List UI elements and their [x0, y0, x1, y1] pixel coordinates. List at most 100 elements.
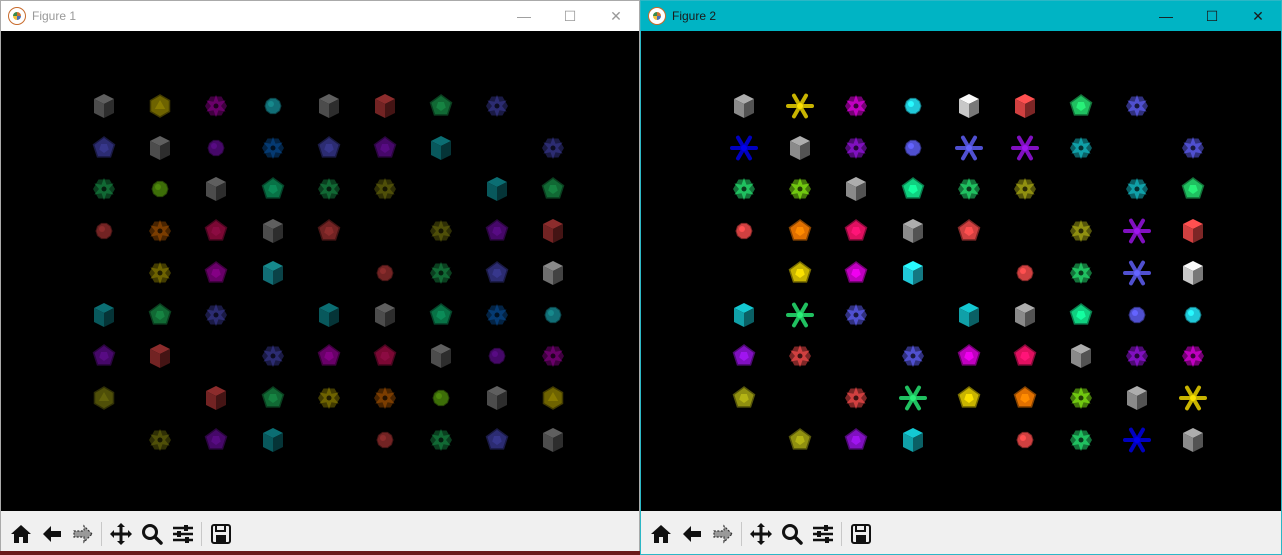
marker-cube-teal — [431, 136, 451, 160]
marker-dodec-green — [429, 94, 453, 116]
navigation-toolbar — [1, 511, 639, 554]
marker-cube-gray — [263, 219, 283, 243]
marker-dodec-green — [1069, 94, 1093, 116]
zoom-button[interactable] — [136, 518, 167, 550]
save-button[interactable] — [845, 518, 876, 550]
save-button[interactable] — [205, 518, 236, 550]
marker-sphere-purple — [207, 139, 225, 157]
title-bar[interactable]: Figure 2 — ☐ ✕ — [641, 1, 1281, 31]
marker-cube-gray — [206, 177, 226, 201]
marker-sphere-red — [1016, 431, 1034, 449]
marker-cube-gray — [319, 94, 339, 118]
configure-subplots-button[interactable] — [807, 518, 838, 550]
marker-star-blue — [1126, 95, 1148, 117]
marker-dodec-purple — [373, 136, 397, 158]
marker-star-green — [1070, 429, 1092, 451]
marker-dodec-pink — [373, 344, 397, 366]
marker-star-purple — [1126, 345, 1148, 367]
marker-cube-red — [206, 386, 226, 410]
marker-asterisk-navy — [1123, 427, 1151, 453]
back-button[interactable] — [36, 518, 67, 550]
marker-cube-cyan — [263, 261, 283, 285]
marker-star-lime — [789, 178, 811, 200]
marker-cube-gray — [431, 344, 451, 368]
marker-dodec-purple — [844, 428, 868, 450]
minimize-icon: — — [1159, 8, 1173, 24]
marker-dodec-magenta — [317, 344, 341, 366]
configure-subplots-icon — [172, 524, 193, 543]
marker-star-blue — [205, 304, 227, 326]
marker-dodec-pink — [1013, 344, 1037, 366]
marker-dodec-red — [957, 219, 981, 241]
plot-canvas[interactable] — [1, 31, 639, 511]
marker-cube-gray — [903, 219, 923, 243]
save-icon — [850, 523, 871, 544]
marker-cube-gray — [1015, 303, 1035, 327]
marker-cube-red — [1183, 219, 1203, 243]
marker-cube-lightgray — [1183, 261, 1203, 285]
toolbar-separator — [201, 521, 202, 546]
marker-star-magenta — [1182, 345, 1204, 367]
marker-dodec-green — [1181, 177, 1205, 199]
marker-star-magenta — [542, 345, 564, 367]
plot-canvas[interactable] — [641, 31, 1281, 511]
marker-star-blue — [845, 304, 867, 326]
close-button[interactable]: ✕ — [593, 1, 639, 31]
marker-dodec-yellow — [788, 261, 812, 283]
marker-ico-yellow — [149, 94, 171, 118]
back-button[interactable] — [676, 518, 707, 550]
marker-cube-gray — [1071, 344, 1091, 368]
window-title: Figure 1 — [32, 9, 77, 23]
forward-button[interactable] — [707, 518, 738, 550]
marker-star-green — [318, 178, 340, 200]
marker-dodec-green2 — [1069, 303, 1093, 325]
marker-cube-teal — [263, 428, 283, 452]
toolbar-separator — [101, 521, 102, 546]
marker-sphere-cyan — [1184, 306, 1202, 324]
maximize-button[interactable]: ☐ — [547, 1, 593, 31]
close-button[interactable]: ✕ — [1235, 1, 1281, 31]
marker-dodec-green2 — [261, 177, 285, 199]
marker-star-blue — [902, 345, 924, 367]
marker-cube-teal — [959, 303, 979, 327]
zoom-icon — [781, 523, 803, 545]
pan-button[interactable] — [105, 518, 136, 550]
marker-star-olive — [1070, 220, 1092, 242]
marker-sphere-cyan — [904, 97, 922, 115]
marker-cube-gray — [1127, 386, 1147, 410]
back-icon — [682, 525, 701, 542]
configure-subplots-icon — [812, 524, 833, 543]
marker-cube-lightgray — [959, 94, 979, 118]
home-button[interactable] — [5, 518, 36, 550]
marker-cube-gray — [543, 428, 563, 452]
marker-asterisk-purple — [1011, 135, 1039, 161]
marker-star-olive — [374, 178, 396, 200]
minimize-button[interactable]: — — [1143, 1, 1189, 31]
marker-cube-gray — [94, 94, 114, 118]
marker-dodec-blue — [485, 428, 509, 450]
marker-dodec-red — [317, 219, 341, 241]
marker-asterisk-green — [786, 302, 814, 328]
marker-sphere-red — [1016, 264, 1034, 282]
marker-star-green — [733, 178, 755, 200]
zoom-button[interactable] — [776, 518, 807, 550]
marker-cube-red — [543, 219, 563, 243]
marker-sphere-lime — [151, 180, 169, 198]
minimize-icon: — — [517, 8, 531, 24]
marker-star-orange — [374, 387, 396, 409]
home-button[interactable] — [645, 518, 676, 550]
marker-dodec-green — [261, 386, 285, 408]
configure-subplots-button[interactable] — [167, 518, 198, 550]
pan-button[interactable] — [745, 518, 776, 550]
home-icon — [650, 524, 671, 543]
marker-star-red — [845, 387, 867, 409]
forward-button[interactable] — [67, 518, 98, 550]
marker-sphere-cyan — [544, 306, 562, 324]
marker-cube-teal — [319, 303, 339, 327]
maximize-button[interactable]: ☐ — [1189, 1, 1235, 31]
marker-grid — [730, 93, 1207, 453]
marker-dodec-purple — [732, 344, 756, 366]
marker-star-green — [958, 178, 980, 200]
minimize-button[interactable]: — — [501, 1, 547, 31]
title-bar[interactable]: Figure 1 — ☐ ✕ — [1, 1, 639, 31]
